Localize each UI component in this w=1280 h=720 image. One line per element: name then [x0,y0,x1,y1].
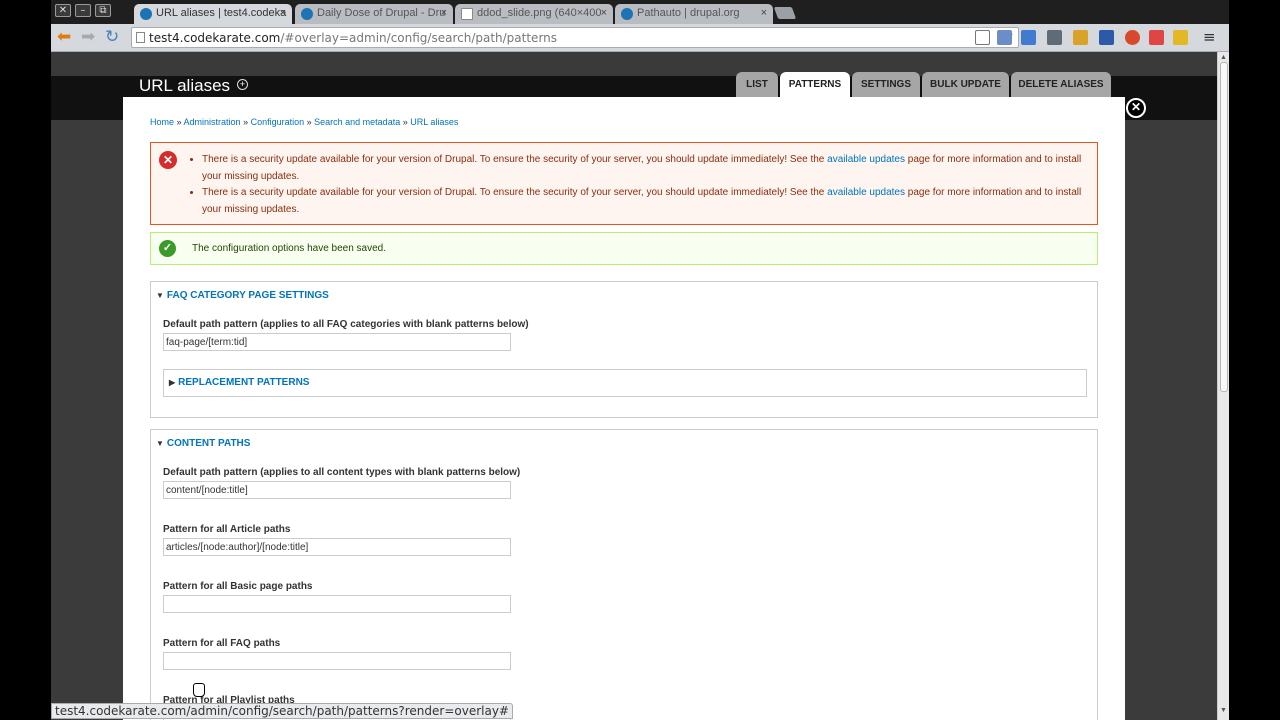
close-window-button[interactable]: ✕ [55,4,71,17]
content-paths-legend[interactable]: ▼ CONTENT PATHS [156,438,250,449]
tab-title: Daily Dose of Drupal - Dru [317,7,446,19]
checkmark-icon: ✓ [159,240,176,257]
drupal-icon [621,8,633,20]
url-host: test4.codekarate.com [149,31,281,45]
basic-page-pattern-input[interactable] [163,595,511,613]
address-bar[interactable]: test4.codekarate.com/#overlay=admin/conf… [131,27,1019,48]
available-updates-link[interactable]: available updates [827,187,905,198]
tab-title: ddod_slide.png (640×400 [477,7,602,19]
breadcrumb-separator: » [304,117,315,127]
tab-list[interactable]: LIST [736,72,778,97]
breadcrumb-separator: » [174,117,184,127]
tab-settings[interactable]: SETTINGS [852,72,920,97]
extension-text-icon[interactable] [975,30,990,45]
extension-tool-icon[interactable] [997,30,1012,45]
scroll-up-icon[interactable]: ▲ [1220,54,1227,61]
breadcrumb-search-metadata[interactable]: Search and metadata [314,117,400,127]
replacement-patterns-fieldset: ▶ REPLACEMENT PATTERNS [163,369,1087,397]
add-shortcut-icon[interactable]: + [237,79,248,90]
close-tab-icon[interactable]: × [441,7,447,19]
close-tab-icon[interactable]: × [761,7,767,19]
expanded-triangle-icon: ▼ [156,439,164,448]
breadcrumb-administration[interactable]: Administration [184,117,241,127]
drupal-icon [301,8,313,20]
error-message: There is a security update available for… [202,185,1092,218]
faq-pattern-input[interactable] [163,652,511,670]
tab-bulk-update[interactable]: BULK UPDATE [922,72,1009,97]
tab-title: Pathauto | drupal.org [637,7,740,19]
scrollbar-thumb[interactable] [1220,62,1228,392]
content-default-label: Default path pattern (applies to all con… [163,467,521,478]
content-paths-fieldset: ▼ CONTENT PATHS Default path pattern (app… [150,429,1098,720]
collapsed-triangle-icon: ▶ [169,378,176,387]
basic-page-pattern-label: Pattern for all Basic page paths [163,581,313,592]
browser-status-bar: test4.codekarate.com/admin/config/search… [51,703,513,719]
scroll-down-icon[interactable]: ▼ [1220,707,1227,714]
error-icon: ✕ [159,151,177,169]
available-updates-link[interactable]: available updates [827,154,905,165]
faq-category-fieldset: ▼ FAQ CATEGORY PAGE SETTINGS Default path… [150,281,1098,418]
page-icon [461,8,473,20]
drupal-icon [140,8,152,20]
hand-cursor-icon [193,683,205,697]
status-message: ✓ The configuration options have been sa… [150,232,1098,265]
status-text: The configuration options have been save… [192,243,387,254]
page: URL aliases + LIST PATTERNS SETTINGS BUL… [51,52,1217,720]
error-messages: ✕ There is a security update available f… [150,142,1098,225]
extension-evernote-icon[interactable] [1047,30,1062,45]
browser-tab-daily-dose[interactable]: Daily Dose of Drupal - Dru × [295,4,453,24]
extension-screen-icon[interactable] [1021,30,1036,45]
breadcrumb: Home » Administration » Configuration » … [150,117,458,127]
tab-title: URL aliases | test4.codeka [156,7,287,19]
browser-tab-url-aliases[interactable]: URL aliases | test4.codeka × [134,4,292,24]
faq-pattern-label: Pattern for all FAQ paths [163,638,281,649]
close-tab-icon[interactable]: × [280,7,286,19]
faq-category-legend[interactable]: ▼ FAQ CATEGORY PAGE SETTINGS [156,290,329,301]
minimize-window-button[interactable]: – [75,4,91,17]
page-title: URL aliases [139,76,231,95]
back-arrow-icon[interactable]: ⬅ [57,28,71,46]
maximize-window-button[interactable]: ⧉ [95,4,111,17]
breadcrumb-home[interactable]: Home [150,117,174,127]
page-icon [136,32,145,43]
browser-tab-pathauto[interactable]: Pathauto | drupal.org × [615,4,773,24]
breadcrumb-configuration[interactable]: Configuration [251,117,305,127]
url-path: /#overlay=admin/config/search/path/patte… [280,31,558,45]
replacement-patterns-legend[interactable]: ▶ REPLACEMENT PATTERNS [169,377,309,388]
tab-patterns[interactable]: PATTERNS [780,72,850,98]
new-tab-button[interactable] [773,7,797,19]
content-default-pattern-input[interactable] [163,481,511,499]
error-message: There is a security update available for… [202,152,1092,185]
faq-default-pattern-input[interactable] [163,333,511,351]
expanded-triangle-icon: ▼ [156,291,164,300]
menu-icon[interactable]: ≡ [1203,28,1216,46]
overlay-content: Home » Administration » Configuration » … [123,97,1125,720]
close-tab-icon[interactable]: × [601,7,607,19]
faq-default-label: Default path pattern (applies to all FAQ… [163,319,529,330]
breadcrumb-url-aliases[interactable]: URL aliases [410,117,458,127]
breadcrumb-separator: » [240,117,251,127]
forward-arrow-icon[interactable]: ➡ [81,28,95,46]
extension-tag-icon[interactable] [1173,30,1188,45]
extension-plus-icon[interactable] [1149,30,1164,45]
article-pattern-input[interactable] [163,538,511,556]
extension-stumble-icon[interactable] [1125,30,1140,45]
screen: ✕ – ⧉ URL aliases | test4.codeka × Daily… [0,0,1280,720]
browser-tab-ddod-slide[interactable]: ddod_slide.png (640×400 × [455,4,613,24]
extension-trello-icon[interactable] [1099,30,1114,45]
article-pattern-label: Pattern for all Article paths [163,524,291,535]
tab-delete-aliases[interactable]: DELETE ALIASES [1011,72,1111,97]
scrollbar[interactable]: ▲ ▼ [1217,52,1229,720]
browser-toolbar: ⬅ ➡ ↻ test4.codekarate.com/#overlay=admi… [51,24,1229,52]
breadcrumb-separator: » [400,117,411,127]
reload-icon[interactable]: ↻ [105,28,119,46]
overlay-close-button[interactable]: ✕ [1126,98,1146,118]
extension-mail-icon[interactable] [1073,30,1088,45]
